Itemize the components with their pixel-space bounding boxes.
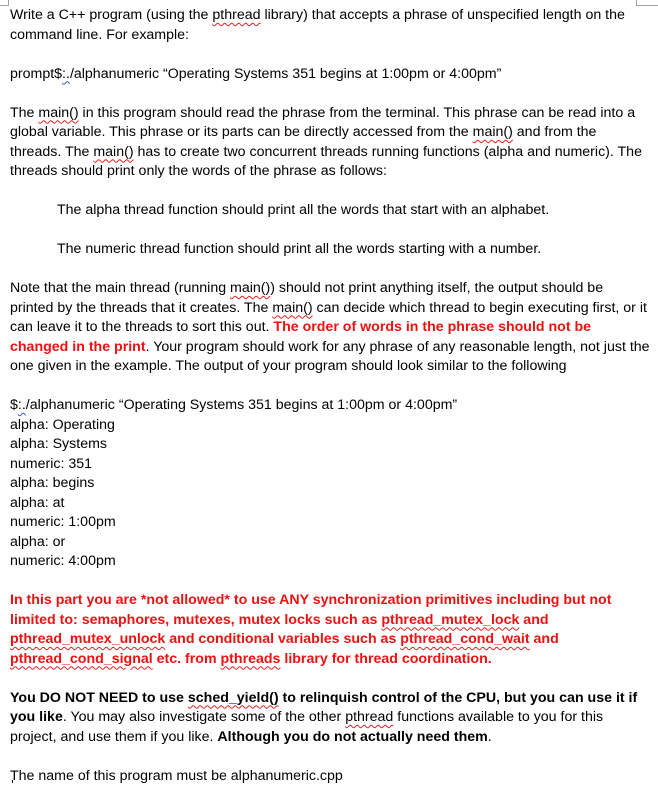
text: Note that the main thread (running bbox=[10, 280, 231, 296]
spellcheck-flag[interactable]: pthread_mutex_unlock bbox=[10, 631, 165, 647]
output-line: alpha: begins bbox=[10, 475, 95, 491]
text: and bbox=[529, 631, 559, 647]
spellcheck-flag[interactable]: pthread_mutex_lock bbox=[381, 612, 519, 628]
spellcheck-flag[interactable]: sched_yield() bbox=[188, 690, 279, 706]
spellcheck-flag[interactable]: main() bbox=[272, 300, 312, 316]
output-command: /alphanumeric “Operating Systems 351 beg… bbox=[25, 397, 458, 413]
output-line: alpha: at bbox=[10, 494, 65, 511]
intro-text: Write a C++ program (using the bbox=[10, 7, 213, 23]
numeric-rule: The numeric thread function should print… bbox=[57, 241, 542, 257]
output-example: $:./alphanumeric “Operating Systems 351 … bbox=[10, 396, 650, 572]
bold-text: You DO NOT NEED to use bbox=[10, 689, 188, 706]
output-line: alpha: Operating bbox=[10, 416, 115, 433]
margin-corner-mark-left bbox=[0, 0, 9, 6]
prompt-command: /alphanumeric “Operating Systems 351 beg… bbox=[69, 65, 502, 82]
prompt-example: prompt$:./alphanumeric “Operating System… bbox=[10, 65, 650, 85]
text: The bbox=[10, 104, 39, 121]
bold-text: Although you do not actually need them bbox=[217, 728, 488, 745]
grammar-flag[interactable]: :. bbox=[62, 66, 70, 82]
output-line: numeric: 351 bbox=[10, 455, 93, 472]
prompt-prefix: prompt$ bbox=[10, 65, 63, 82]
output-line: alpha: or bbox=[10, 533, 66, 550]
sync-restriction-paragraph: In this part you are *not allowed* to us… bbox=[10, 591, 650, 669]
program-name-line: The name of this program must be alphanu… bbox=[10, 767, 343, 784]
alpha-rule: The alpha thread function should print a… bbox=[57, 202, 550, 218]
output-line: numeric: 4:00pm bbox=[10, 553, 116, 569]
output-line: numeric: 1:00pm bbox=[10, 514, 116, 530]
document-page[interactable]: Write a C++ program (using the pthread l… bbox=[10, 6, 650, 786]
note-paragraph: Note that the main thread (running main(… bbox=[10, 279, 650, 377]
spellcheck-flag[interactable]: main() bbox=[93, 144, 133, 160]
text: library for thread coordination. bbox=[280, 650, 492, 667]
spellcheck-flag[interactable]: pthread_cond_signal bbox=[10, 651, 153, 667]
text: . bbox=[487, 728, 492, 745]
spellcheck-flag[interactable]: pthreads bbox=[221, 651, 281, 667]
spellcheck-flag[interactable]: main() bbox=[38, 105, 78, 121]
text-cursor bbox=[12, 780, 13, 783]
spellcheck-flag[interactable]: pthread bbox=[345, 709, 393, 725]
main-paragraph: The main() in this program should read t… bbox=[10, 104, 650, 182]
text: etc. from bbox=[152, 650, 221, 667]
spellcheck-flag[interactable]: pthread_cond_wait bbox=[400, 631, 529, 647]
output-command-line: $:./alphanumeric “Operating Systems 351 … bbox=[10, 396, 650, 416]
spellcheck-flag[interactable]: main() bbox=[230, 280, 270, 296]
spellcheck-flag[interactable]: pthread bbox=[212, 7, 260, 23]
text: . You may also investigate some of the o… bbox=[62, 709, 346, 725]
yield-paragraph: You DO NOT NEED to use sched_yield() to … bbox=[10, 689, 650, 748]
intro-paragraph: Write a C++ program (using the pthread l… bbox=[10, 6, 650, 45]
output-prefix: $ bbox=[10, 397, 18, 413]
spellcheck-flag[interactable]: main() bbox=[473, 124, 513, 140]
text: and conditional variables such as bbox=[165, 631, 401, 647]
text: and bbox=[519, 611, 549, 628]
output-line: alpha: Systems bbox=[10, 436, 107, 452]
grammar-flag[interactable]: :. bbox=[18, 397, 26, 413]
